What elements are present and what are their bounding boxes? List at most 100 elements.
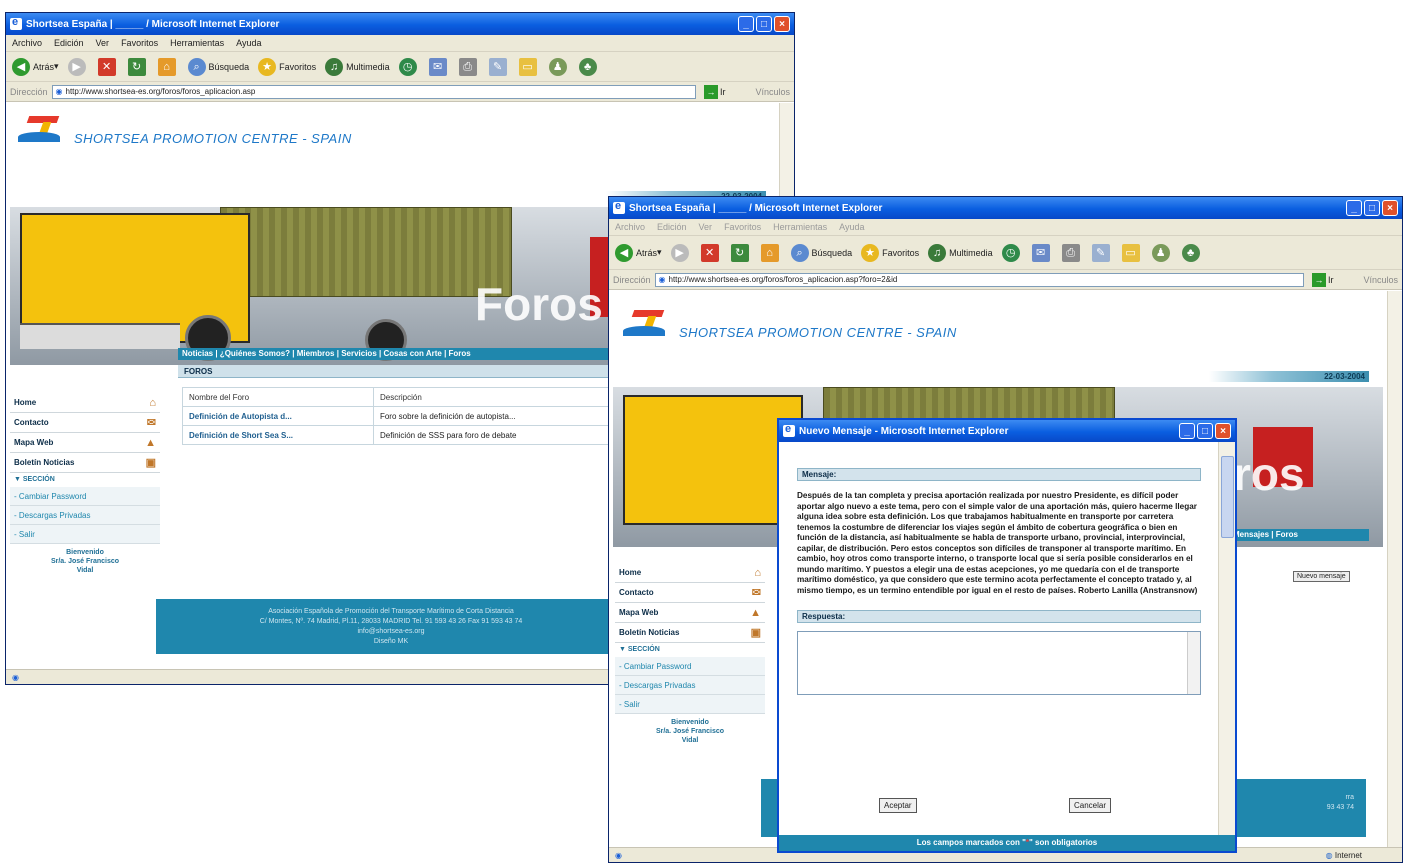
links-label[interactable]: Vínculos (755, 87, 790, 97)
dialog-scrollbar[interactable] (1218, 442, 1235, 851)
side-sub-salir[interactable]: - Salir (10, 525, 160, 544)
side-menu-contacto[interactable]: Contacto ✉ (10, 413, 160, 433)
side-sub-cambiar-password[interactable]: - Cambiar Password (615, 657, 765, 676)
toolbar: ◀ Atrás ▾ ▶ ✕ ↻ ⌂ ⌕ Búsqueda ★ Favoritos ♫ M… (6, 52, 794, 82)
side-sub-descargas[interactable]: - Descargas Privadas (10, 506, 160, 525)
menu-ayuda[interactable]: Ayuda (236, 38, 261, 48)
forward-button[interactable]: ▶ (67, 57, 89, 76)
favorites-button[interactable]: ★ Favoritos (861, 243, 919, 262)
refresh-button[interactable]: ↻ (730, 243, 752, 262)
logo-icon (18, 115, 64, 146)
scrollbar[interactable] (1387, 291, 1402, 847)
address-field[interactable]: ◉ http://www.shortsea-es.org/foros/foros_… (654, 272, 1304, 287)
reply-textarea[interactable] (797, 631, 1201, 695)
menu-bar: Archivo Edición Ver Favoritos Herramient… (6, 35, 794, 52)
go-button[interactable]: → (1311, 272, 1326, 287)
messenger-icon: ♟ (1151, 243, 1170, 262)
menu-herramientas[interactable]: Herramientas (773, 222, 827, 232)
menu-edicion[interactable]: Edición (54, 38, 84, 48)
menu-favoritos[interactable]: Favoritos (121, 38, 158, 48)
mail-button[interactable]: ✉ (1031, 243, 1053, 262)
table-row[interactable]: Definición de Short Sea S... Definición … (182, 425, 619, 445)
close-button[interactable]: × (1382, 200, 1398, 216)
maximize-button[interactable]: □ (1197, 423, 1213, 439)
forward-button[interactable]: ▶ (670, 243, 692, 262)
print-button[interactable]: ⎙ (458, 57, 480, 76)
stop-button[interactable]: ✕ (700, 243, 722, 262)
discuss-button[interactable]: ♣ (578, 57, 600, 76)
favorites-button[interactable]: ★ Favoritos (258, 57, 316, 76)
menu-favoritos[interactable]: Favoritos (724, 222, 761, 232)
refresh-button[interactable]: ↻ (127, 57, 149, 76)
menu-archivo[interactable]: Archivo (12, 38, 42, 48)
side-sub-salir[interactable]: - Salir (615, 695, 765, 714)
cancel-button[interactable]: Cancelar (1069, 798, 1112, 813)
maximize-button[interactable]: □ (1364, 200, 1380, 216)
side-menu-home[interactable]: Home ⌂ (10, 393, 160, 413)
mailbox-icon: ✉ (751, 587, 761, 599)
messenger-button[interactable]: ♟ (1151, 243, 1173, 262)
page-icon: ◉ (55, 87, 63, 96)
side-menu-contacto[interactable]: Contacto ✉ (615, 583, 765, 603)
minimize-button[interactable]: _ (738, 16, 754, 32)
title-bar[interactable]: Shortsea España | _____ / Microsoft Inte… (609, 197, 1402, 219)
forum-name-link[interactable]: Definición de Autopista d... (182, 406, 374, 426)
main-navigation[interactable]: Mensajes | Foros (1229, 529, 1369, 541)
new-message-button[interactable]: Nuevo mensaje (1293, 571, 1350, 582)
edit-button[interactable]: ✎ (1091, 243, 1113, 262)
menu-archivo[interactable]: Archivo (615, 222, 645, 232)
search-button[interactable]: ⌕ Búsqueda (187, 57, 249, 76)
history-button[interactable]: ◷ (1001, 243, 1023, 262)
side-menu-home[interactable]: Home ⌂ (615, 563, 765, 583)
menu-edicion[interactable]: Edición (657, 222, 687, 232)
menu-ayuda[interactable]: Ayuda (839, 222, 864, 232)
star-icon: ★ (861, 243, 880, 262)
title-bar[interactable]: Shortsea España | _____ / Microsoft Inte… (6, 13, 794, 35)
side-menu-mapa-web[interactable]: Mapa Web ▲ (10, 433, 160, 453)
folder-button[interactable]: ▭ (1121, 243, 1143, 262)
maximize-button[interactable]: □ (756, 16, 772, 32)
menu-herramientas[interactable]: Herramientas (170, 38, 224, 48)
go-button[interactable]: → (703, 84, 718, 99)
menu-ver[interactable]: Ver (96, 38, 110, 48)
folder-icon: ▭ (1121, 243, 1140, 262)
side-menu-boletin[interactable]: Boletín Noticias ▣ (615, 623, 765, 643)
edit-button[interactable]: ✎ (488, 57, 510, 76)
close-button[interactable]: × (774, 16, 790, 32)
scrollbar-thumb[interactable] (1221, 456, 1234, 538)
close-button[interactable]: × (1215, 423, 1231, 439)
side-menu-boletin[interactable]: Boletín Noticias ▣ (10, 453, 160, 473)
banner-title: ros (1233, 448, 1305, 500)
links-label[interactable]: Vínculos (1363, 275, 1398, 285)
side-sub-descargas[interactable]: - Descargas Privadas (615, 676, 765, 695)
media-button[interactable]: ♫ Multimedia (325, 57, 390, 76)
foros-header: FOROS (178, 365, 618, 378)
message-header: Mensaje: (797, 468, 1201, 481)
address-field[interactable]: ◉ http://www.shortsea-es.org/foros/foros_… (51, 84, 696, 99)
table-row[interactable]: Definición de Autopista d... Foro sobre … (182, 406, 619, 426)
side-sub-cambiar-password[interactable]: - Cambiar Password (10, 487, 160, 506)
history-button[interactable]: ◷ (398, 57, 420, 76)
accept-button[interactable]: Aceptar (879, 798, 917, 813)
stop-button[interactable]: ✕ (97, 57, 119, 76)
print-button[interactable]: ⎙ (1061, 243, 1083, 262)
footer-email-link[interactable]: info@shortsea-es.org (156, 627, 626, 637)
forum-name-link[interactable]: Definición de Short Sea S... (182, 425, 374, 445)
home-button[interactable]: ⌂ (157, 57, 179, 76)
dialog-title-bar[interactable]: Nuevo Mensaje - Microsoft Internet Explo… (779, 420, 1235, 442)
back-button[interactable]: ◀ Atrás ▾ (615, 243, 662, 262)
back-button[interactable]: ◀ Atrás ▾ (12, 57, 59, 76)
folder-button[interactable]: ▭ (518, 57, 540, 76)
main-navigation[interactable]: Noticias | ¿Quiénes Somos? | Miembros | … (178, 348, 618, 360)
home-button[interactable]: ⌂ (760, 243, 782, 262)
side-menu-mapa-web[interactable]: Mapa Web ▲ (615, 603, 765, 623)
media-button[interactable]: ♫ Multimedia (928, 243, 993, 262)
minimize-button[interactable]: _ (1179, 423, 1195, 439)
messenger-button[interactable]: ♟ (548, 57, 570, 76)
discuss-button[interactable]: ♣ (1181, 243, 1203, 262)
minimize-button[interactable]: _ (1346, 200, 1362, 216)
menu-ver[interactable]: Ver (699, 222, 713, 232)
textarea-scrollbar[interactable] (1187, 632, 1200, 694)
search-button[interactable]: ⌕ Búsqueda (790, 243, 852, 262)
mail-button[interactable]: ✉ (428, 57, 450, 76)
